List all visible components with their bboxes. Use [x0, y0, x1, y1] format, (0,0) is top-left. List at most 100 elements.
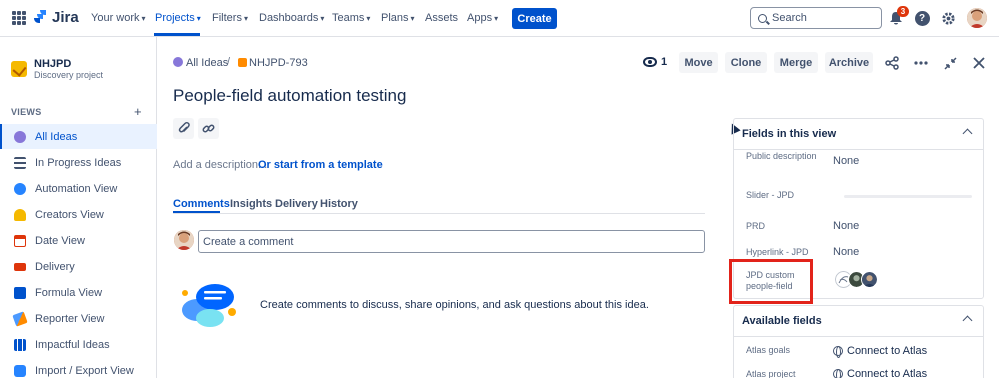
- template-link[interactable]: Or start from a template: [258, 159, 383, 171]
- chevron-down-icon: ▾: [243, 14, 248, 23]
- move-button[interactable]: Move: [679, 52, 718, 73]
- sidebar-item-import-export[interactable]: Import / Export View: [0, 358, 157, 378]
- nav-teams[interactable]: Teams ▾: [332, 12, 370, 24]
- archive-button[interactable]: Archive: [825, 52, 873, 73]
- watcher-count[interactable]: 1: [661, 56, 667, 68]
- user-avatar[interactable]: [967, 8, 987, 28]
- tabs-divider: [173, 213, 705, 214]
- comment-input[interactable]: Create a comment: [198, 230, 705, 253]
- help-icon[interactable]: ?: [913, 9, 931, 27]
- sidebar-item-label: Reporter View: [35, 312, 105, 325]
- notification-badge: 3: [897, 6, 909, 17]
- collapse-icon[interactable]: [941, 54, 959, 72]
- slider-field[interactable]: [844, 195, 972, 198]
- chart-icon: [14, 338, 26, 351]
- truck-icon: [14, 262, 26, 271]
- tab-insights[interactable]: Insights: [230, 198, 272, 210]
- nav-label: Filters: [212, 12, 242, 24]
- description-placeholder[interactable]: Add a description...: [173, 159, 267, 171]
- tab-history[interactable]: History: [320, 198, 358, 210]
- search-icon: [758, 13, 767, 23]
- nav-label: Plans: [381, 12, 409, 24]
- field-value-prd[interactable]: None: [833, 220, 859, 232]
- field-value-hyperlink[interactable]: None: [833, 246, 859, 258]
- chevron-down-icon: ▾: [410, 14, 415, 23]
- sidebar-item-label: Creators View: [35, 208, 104, 221]
- share-icon[interactable]: [883, 54, 901, 72]
- nav-your-work[interactable]: Your work ▾: [91, 12, 146, 24]
- import-export-icon: [14, 364, 26, 377]
- field-label-atlas-goals: Atlas goals: [746, 345, 791, 355]
- nav-dashboards[interactable]: Dashboards ▾: [259, 12, 324, 24]
- ideas-icon: [14, 130, 26, 143]
- sidebar-item-label: All Ideas: [35, 130, 78, 143]
- sidebar-item-all-ideas[interactable]: All Ideas: [0, 124, 157, 149]
- sidebar-item-in-progress[interactable]: In Progress Ideas: [0, 150, 157, 175]
- chevron-up-icon[interactable]: [962, 315, 973, 326]
- product-name: Jira: [52, 9, 79, 26]
- nav-plans[interactable]: Plans ▾: [381, 12, 415, 24]
- avatar: [861, 271, 878, 288]
- search-input[interactable]: Search: [750, 7, 882, 29]
- nav-filters[interactable]: Filters ▾: [212, 12, 248, 24]
- jira-logo[interactable]: Jira: [34, 9, 79, 26]
- sidebar-item-formula[interactable]: Formula View: [0, 280, 157, 305]
- sidebar-item-impactful[interactable]: Impactful Ideas: [0, 332, 157, 357]
- sidebar-item-label: Delivery: [35, 260, 75, 273]
- chevron-up-icon[interactable]: [962, 128, 973, 139]
- connect-atlas-project[interactable]: Connect to Atlas: [833, 368, 927, 378]
- top-navigation: Jira Your work ▾ Projects ▾ Filters ▾ Dashb…: [0, 0, 999, 37]
- ideas-icon: [173, 57, 183, 67]
- sidebar-item-date[interactable]: Date View: [0, 228, 157, 253]
- clone-button[interactable]: Clone: [725, 52, 767, 73]
- sidebar-item-delivery[interactable]: Delivery: [0, 254, 157, 279]
- field-label-slider: Slider - JPD: [746, 190, 795, 200]
- nav-assets[interactable]: Assets: [425, 12, 458, 24]
- nav-projects[interactable]: Projects ▾: [155, 12, 201, 24]
- active-nav-indicator: [154, 33, 200, 36]
- active-tab-indicator: [173, 211, 220, 213]
- field-label-public-description: Public description: [746, 151, 817, 161]
- issue-title[interactable]: People-field automation testing: [173, 86, 406, 106]
- fields-panel-header[interactable]: Fields in this view: [734, 119, 983, 150]
- fields-panel-title: Fields in this view: [742, 128, 837, 140]
- empty-comments-message: Create comments to discuss, share opinio…: [260, 299, 649, 311]
- sidebar-item-automation[interactable]: Automation View: [0, 176, 157, 201]
- person-icon: [14, 208, 26, 221]
- field-value-public-description[interactable]: None: [833, 155, 859, 167]
- field-label-atlas-project: Atlas project: [746, 369, 796, 378]
- add-view-icon[interactable]: +: [134, 104, 142, 119]
- close-icon[interactable]: [970, 54, 988, 72]
- gear-icon[interactable]: [939, 9, 957, 27]
- eye-icon[interactable]: [643, 57, 657, 67]
- link-icon[interactable]: [198, 118, 219, 139]
- sidebar-item-label: Impactful Ideas: [35, 338, 110, 351]
- sidebar-item-label: Import / Export View: [35, 364, 134, 377]
- app-switcher-icon[interactable]: [12, 11, 26, 25]
- sidebar-item-label: Automation View: [35, 182, 118, 195]
- chevron-down-icon: ▾: [196, 14, 201, 23]
- create-button[interactable]: Create: [512, 8, 557, 29]
- nav-label: Teams: [332, 12, 365, 24]
- tab-comments[interactable]: Comments: [173, 198, 230, 210]
- nav-apps[interactable]: Apps ▾: [467, 12, 498, 24]
- attachment-icon[interactable]: [173, 118, 194, 139]
- field-label-prd: PRD: [746, 221, 766, 231]
- available-fields-panel: Available fields Atlas goals Connect to …: [733, 305, 984, 378]
- project-name[interactable]: NHJPD: [34, 58, 71, 70]
- connect-atlas-goals[interactable]: Connect to Atlas: [833, 345, 927, 358]
- breadcrumb-all-ideas[interactable]: All Ideas: [186, 57, 228, 69]
- sidebar-item-reporter[interactable]: Reporter View: [0, 306, 157, 331]
- sidebar-item-creators[interactable]: Creators View: [0, 202, 157, 227]
- idea-type-icon: [238, 58, 247, 67]
- people-field-value[interactable]: [835, 271, 878, 288]
- available-fields-header[interactable]: Available fields: [734, 306, 983, 337]
- tab-delivery[interactable]: Delivery: [275, 198, 318, 210]
- breadcrumb-issue-key[interactable]: NHJPD-793: [249, 57, 308, 69]
- merge-button[interactable]: Merge: [774, 52, 818, 73]
- more-icon[interactable]: [912, 54, 930, 72]
- jira-logo-icon: [34, 10, 46, 23]
- nav-label: Dashboards: [259, 12, 319, 24]
- avatar: [174, 230, 194, 250]
- connect-atlas-label: Connect to Atlas: [847, 368, 928, 378]
